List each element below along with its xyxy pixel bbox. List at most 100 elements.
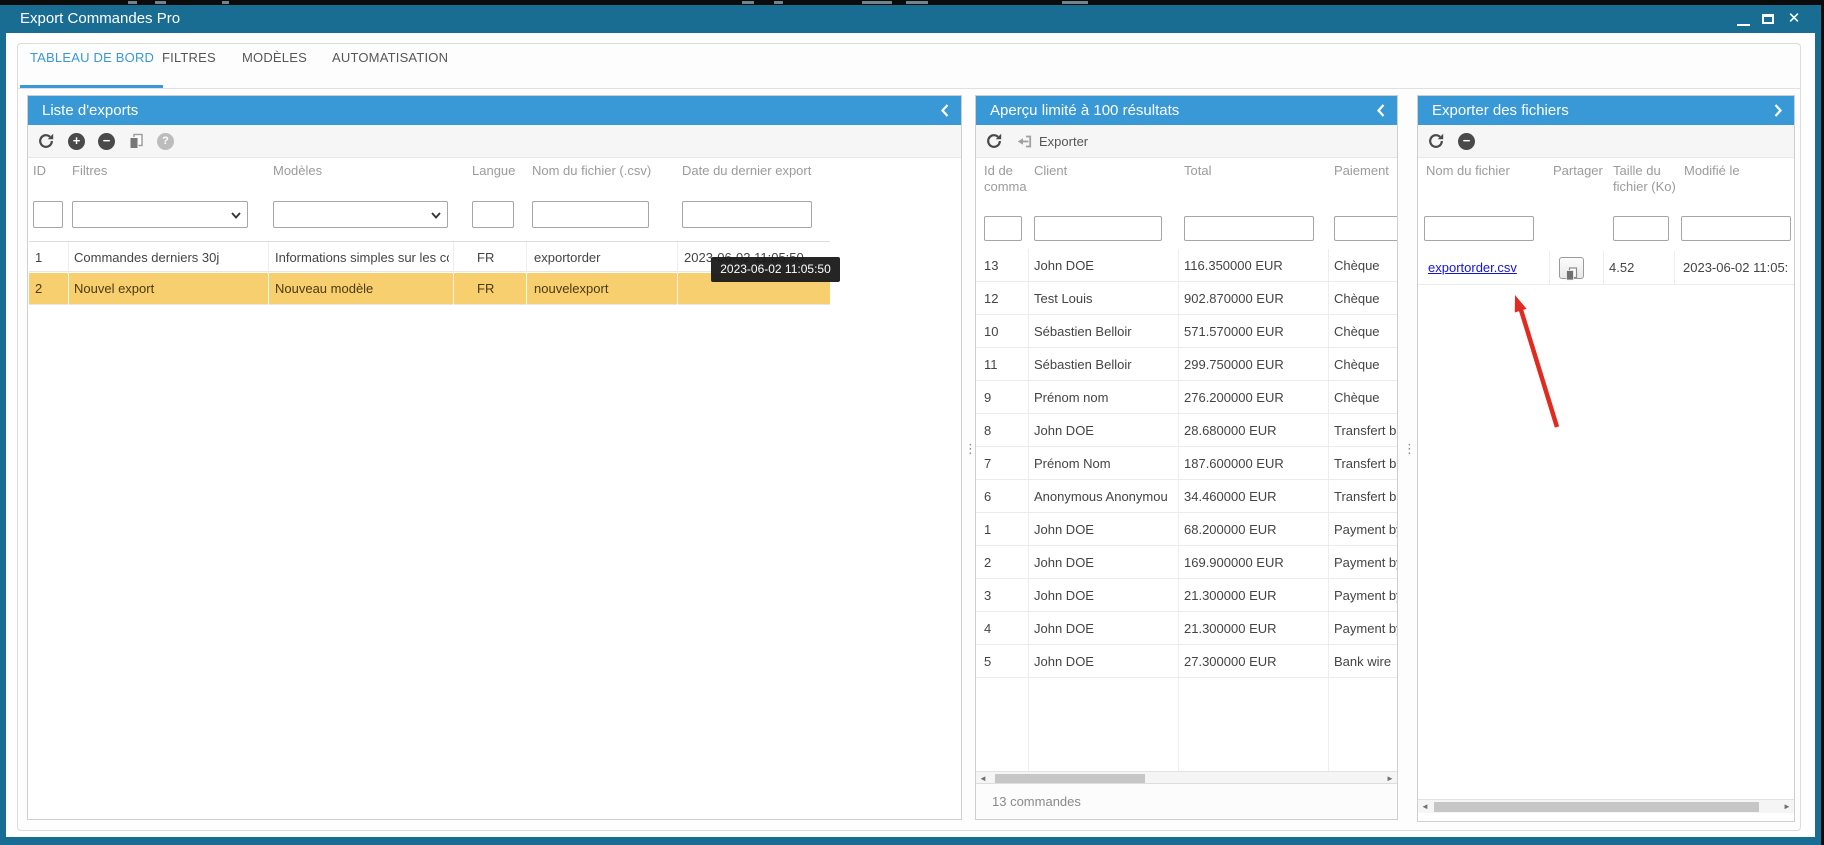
cell-divider	[453, 273, 454, 305]
col-client: Client	[1034, 163, 1067, 179]
collapse-left-icon[interactable]	[1377, 104, 1385, 117]
date-tooltip: 2023-06-02 11:05:50	[711, 257, 840, 282]
order-row[interactable]: 10Sébastien Belloir571.570000 EURChèque	[976, 315, 1398, 348]
duplicate-icon[interactable]	[128, 133, 144, 150]
cell-order-id: 7	[984, 447, 1026, 480]
cell-divider	[677, 273, 678, 305]
export-row-2-selected[interactable]: 2 Nouvel export Nouveau modèle FR nouvel…	[29, 273, 830, 305]
file-download-link[interactable]: exportorder.csv	[1428, 260, 1517, 275]
order-row[interactable]: 11Sébastien Belloir299.750000 EURChèque	[976, 348, 1398, 381]
cell-divider	[1549, 251, 1550, 285]
cell-divider	[68, 273, 69, 305]
order-row[interactable]: 9Prénom nom276.200000 EURChèque	[976, 381, 1398, 414]
filter-nom-input[interactable]	[1424, 216, 1534, 241]
order-row[interactable]: 13John DOE116.350000 EURChèque	[976, 249, 1398, 282]
minimize-icon	[1737, 24, 1750, 26]
cell-total: 21.300000 EUR	[1184, 579, 1328, 612]
filter-order-id-input[interactable]	[984, 216, 1022, 241]
cell-order-id: 5	[984, 645, 1026, 678]
filter-fichier-input[interactable]	[532, 201, 649, 228]
tab-filtres[interactable]: FILTRES	[162, 50, 216, 65]
file-row[interactable]: exportorder.csv 4.52 2023-06-02 11:05:	[1418, 251, 1795, 285]
cell-order-id: 11	[984, 348, 1026, 381]
cell-total: 27.300000 EUR	[1184, 645, 1328, 678]
order-row[interactable]: 8John DOE28.680000 EURTransfert ba	[976, 414, 1398, 447]
cell-client: John DOE	[1034, 546, 1180, 579]
share-file-button[interactable]	[1559, 257, 1584, 279]
panel-title: Liste d'exports	[42, 102, 138, 119]
cell-divider	[1674, 251, 1675, 285]
refresh-icon[interactable]	[1427, 132, 1445, 150]
cell-client: John DOE	[1034, 645, 1180, 678]
help-icon[interactable]: ?	[157, 133, 174, 150]
col-total: Total	[1184, 163, 1211, 179]
cell-order-id: 13	[984, 249, 1026, 282]
cell-total: 28.680000 EUR	[1184, 414, 1328, 447]
add-export-button[interactable]: +	[68, 133, 85, 150]
tab-tableau-de-bord[interactable]: TABLEAU DE BORD	[30, 50, 154, 65]
scrollbar-thumb[interactable]	[1434, 802, 1759, 812]
cell-order-id: 6	[984, 480, 1026, 513]
cell-client: John DOE	[1034, 579, 1180, 612]
close-button[interactable]: ✕	[1782, 5, 1806, 33]
filter-id-input[interactable]	[33, 201, 63, 228]
filter-modifie-input[interactable]	[1681, 216, 1791, 241]
title-bar[interactable]: Export Commandes Pro ✕	[0, 5, 1821, 33]
orders-count-footer: 13 commandes	[976, 783, 1397, 819]
cell-id: 2	[35, 273, 65, 305]
cell-divider	[1603, 251, 1604, 285]
order-row[interactable]: 5John DOE27.300000 EURBank wire	[976, 645, 1398, 678]
collapse-left-icon[interactable]	[941, 104, 949, 117]
chevron-down-icon	[231, 212, 241, 219]
export-button[interactable]: Exporter	[1016, 133, 1088, 150]
screen: Export Commandes Pro ✕ TABLEAU DE BORD F…	[0, 0, 1824, 845]
remove-export-button[interactable]: −	[98, 133, 115, 150]
apercu-toolbar: Exporter	[976, 125, 1397, 158]
filter-date-input[interactable]	[682, 201, 812, 228]
cell-paiement: Bank wire	[1334, 645, 1398, 678]
filter-total-input[interactable]	[1184, 216, 1314, 241]
background-window-fragment	[862, 1, 892, 4]
panel-splitter-handle[interactable]: ⋮	[1403, 446, 1416, 451]
cell-total: 21.300000 EUR	[1184, 612, 1328, 645]
order-row[interactable]: 12Test Louis902.870000 EURChèque	[976, 282, 1398, 315]
order-row[interactable]: 1John DOE68.200000 EURPayment by	[976, 513, 1398, 546]
export-arrow-icon	[1016, 133, 1033, 150]
filter-filtres-select[interactable]	[72, 201, 248, 228]
cell-client: Sébastien Belloir	[1034, 315, 1180, 348]
order-row[interactable]: 4John DOE21.300000 EURPayment by	[976, 612, 1398, 645]
cell-modifie: 2023-06-02 11:05:	[1683, 251, 1791, 285]
order-row[interactable]: 2John DOE169.900000 EURPayment by	[976, 546, 1398, 579]
cell-langue: FR	[477, 242, 525, 273]
cell-order-id: 2	[984, 546, 1026, 579]
scroll-left-icon[interactable]: ◄	[1418, 800, 1432, 814]
filter-langue-input[interactable]	[472, 201, 514, 228]
filter-client-input[interactable]	[1034, 216, 1162, 241]
filter-paiement-input[interactable]	[1334, 216, 1398, 241]
delete-file-button[interactable]: −	[1458, 133, 1475, 150]
refresh-icon[interactable]	[37, 132, 55, 150]
expand-right-icon[interactable]	[1774, 104, 1782, 117]
fichiers-toolbar: −	[1418, 125, 1794, 158]
refresh-icon[interactable]	[985, 132, 1003, 150]
filter-taille-input[interactable]	[1613, 216, 1669, 241]
filter-modeles-select[interactable]	[273, 201, 448, 228]
minimize-button[interactable]	[1731, 5, 1755, 33]
tab-automatisation[interactable]: AUTOMATISATION	[332, 50, 448, 65]
cell-paiement: Chèque	[1334, 315, 1398, 348]
export-row-1[interactable]: 1 Commandes derniers 30j Informations si…	[29, 241, 830, 272]
cell-total: 187.600000 EUR	[1184, 447, 1328, 480]
scroll-right-icon[interactable]: ►	[1780, 800, 1794, 814]
exports-toolbar: + − ?	[28, 125, 961, 158]
maximize-button[interactable]	[1756, 5, 1780, 33]
tab-modeles[interactable]: MODÈLES	[242, 50, 307, 65]
order-row[interactable]: 3John DOE21.300000 EURPayment by	[976, 579, 1398, 612]
order-row[interactable]: 6Anonymous Anonymou34.460000 EURTransfer…	[976, 480, 1398, 513]
order-row[interactable]: 7Prénom Nom187.600000 EURTransfert ba	[976, 447, 1398, 480]
panel-header-apercu: Aperçu limité à 100 résultats	[976, 96, 1397, 125]
horizontal-scrollbar[interactable]: ◄ ►	[1418, 799, 1794, 813]
cell-fichier: exportorder	[534, 242, 674, 273]
col-modeles: Modèles	[273, 163, 322, 179]
cell-paiement: Transfert ba	[1334, 414, 1398, 447]
panel-title: Exporter des fichiers	[1432, 102, 1569, 119]
